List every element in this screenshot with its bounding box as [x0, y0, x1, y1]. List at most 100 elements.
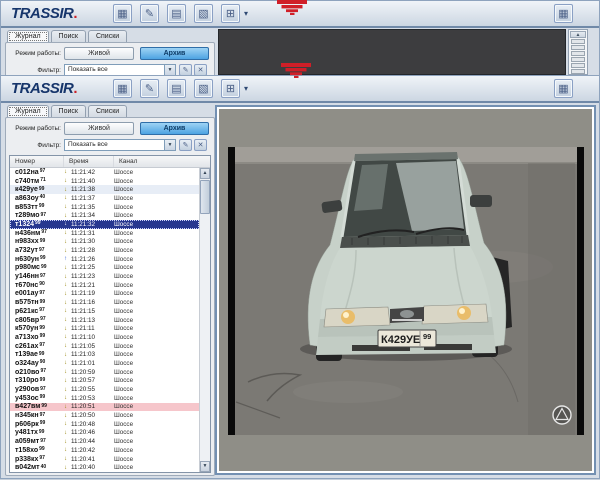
monitor-icon[interactable]: ▦	[113, 4, 132, 23]
tab-3[interactable]: Списки	[88, 105, 127, 117]
plate-number: р980мс	[15, 264, 40, 271]
table-row[interactable]: с012на97↓11:21:42Шоссе	[10, 168, 199, 177]
plate-number: т310ро	[15, 377, 39, 384]
table-row[interactable]: у146нн97↓11:21:23Шоссе	[10, 272, 199, 281]
scroll-up-icon[interactable]: ▲	[200, 168, 210, 179]
table-row[interactable]: а713хо99↓11:21:10Шоссе	[10, 333, 199, 342]
layout-thumbnail[interactable]	[571, 69, 585, 74]
table-row[interactable]: н345кн97↓11:20:50Шоссе	[10, 411, 199, 420]
table-row[interactable]: с261ах97↓11:21:05Шоссе	[10, 342, 199, 351]
chevron-down-icon[interactable]: ▾	[244, 84, 248, 93]
table-row[interactable]: т158хо99↓11:20:42Шоссе	[10, 446, 199, 455]
event-time: 11:20:57	[71, 377, 95, 384]
plate-region: 99	[40, 420, 46, 426]
archive-mode-button[interactable]: Архив	[140, 47, 209, 60]
layout-thumbnail[interactable]	[571, 57, 585, 62]
event-time: 11:21:13	[71, 317, 95, 324]
edit-icon[interactable]: ✎	[140, 79, 159, 98]
table-row[interactable]: н630ун99↑11:21:26Шоссе	[10, 255, 199, 264]
snapshot-icon[interactable]: ▧	[194, 79, 213, 98]
plate-region: 99	[40, 394, 46, 400]
table-row[interactable]: т132499↓11:21:32Шоссе	[10, 220, 199, 229]
table-row[interactable]: у453ос99↓11:20:53Шоссе	[10, 394, 199, 403]
table-row[interactable]: с740тм71↓11:21:40Шоссе	[10, 177, 199, 186]
journal-icon[interactable]: ▤	[167, 4, 186, 23]
layout-thumbnail[interactable]	[571, 45, 585, 50]
red-arrow-marker	[281, 63, 311, 78]
filter-combobox[interactable]: Показать все ▼	[64, 139, 176, 151]
event-time: 11:21:23	[71, 273, 95, 280]
table-row[interactable]: в575тн99↓11:21:16Шоссе	[10, 298, 199, 307]
direction-icon: ↓	[64, 212, 71, 220]
plate-region: 99	[39, 351, 45, 357]
table-row[interactable]: р338кх97↓11:20:41Шоссе	[10, 455, 199, 464]
channel-name: Шоссе	[114, 186, 199, 193]
chevron-down-icon[interactable]: ▼	[164, 140, 175, 150]
table-row[interactable]: к570ун99↓11:21:11Шоссе	[10, 324, 199, 333]
direction-icon: ↓	[64, 325, 71, 333]
table-row[interactable]: р621кс97↓11:21:15Шоссе	[10, 307, 199, 316]
scrollbar-thumb[interactable]	[200, 180, 210, 214]
table-row[interactable]: т139ае99↓11:21:03Шоссе	[10, 350, 199, 359]
table-row[interactable]: в853тт99↓11:21:35Шоссе	[10, 203, 199, 212]
video-cell[interactable]: К429УЕ 99	[215, 105, 596, 475]
plate-number: у453ос	[15, 395, 39, 402]
event-time: 11:21:15	[71, 308, 95, 315]
plate-number: с805вр	[15, 317, 39, 324]
live-mode-button[interactable]: Живой	[64, 122, 134, 135]
settings-icon[interactable]: ⊞	[221, 79, 240, 98]
channel-name: Шоссе	[114, 178, 199, 185]
table-row[interactable]: в427вм99↓11:20:51Шоссе	[10, 403, 199, 412]
column-header[interactable]: Время	[64, 156, 114, 167]
tab-3[interactable]: Списки	[88, 30, 127, 42]
journal-icon[interactable]: ▤	[167, 79, 186, 98]
table-row[interactable]: н983хх99↓11:21:30Шоссе	[10, 238, 199, 247]
layout-grid-icon[interactable]: ▦	[554, 79, 573, 98]
table-row[interactable]: к429уе99↓11:21:38Шоссе	[10, 185, 199, 194]
filter-clear-button[interactable]: ✕	[194, 139, 207, 151]
table-row[interactable]: с805вр97↓11:21:13Шоссе	[10, 316, 199, 325]
column-header[interactable]: Номер	[10, 156, 64, 167]
layout-thumbnail[interactable]	[571, 51, 585, 56]
column-header[interactable]: Канал	[114, 156, 210, 167]
tab-2[interactable]: Поиск	[51, 105, 86, 117]
layout-grid-icon[interactable]: ▦	[554, 4, 573, 23]
table-row[interactable]: т670нс90↓11:21:21Шоссе	[10, 281, 199, 290]
vertical-scrollbar[interactable]: ▲ ▼	[199, 168, 210, 472]
direction-icon: ↓	[64, 220, 71, 228]
event-time: 11:21:28	[71, 247, 95, 254]
tab-2[interactable]: Поиск	[51, 30, 86, 42]
table-row[interactable]: е001ау97↓11:21:19Шоссе	[10, 290, 199, 299]
chevron-down-icon[interactable]: ▾	[244, 9, 248, 18]
snapshot-icon[interactable]: ▧	[194, 4, 213, 23]
table-row[interactable]: о210во97↓11:20:59Шоссе	[10, 368, 199, 377]
table-row[interactable]: т289мо97↓11:21:34Шоссе	[10, 211, 199, 220]
table-row[interactable]: р606рк99↓11:20:48Шоссе	[10, 420, 199, 429]
layout-thumbnail-strip[interactable]: ▲	[568, 29, 588, 75]
chevron-down-icon[interactable]: ▼	[164, 65, 175, 75]
direction-icon: ↓	[64, 377, 71, 385]
video-area-dark[interactable]	[218, 29, 566, 75]
table-row[interactable]: р980мс99↓11:21:25Шоссе	[10, 264, 199, 273]
table-row[interactable]: а863оу40↓11:21:37Шоссе	[10, 194, 199, 203]
layout-thumbnail[interactable]	[571, 39, 585, 44]
table-row[interactable]: у481тх99↓11:20:46Шоссе	[10, 429, 199, 438]
table-row[interactable]: а059мт97↓11:20:44Шоссе	[10, 437, 199, 446]
table-row[interactable]: а732ут97↓11:21:28Шоссе	[10, 246, 199, 255]
event-time: 11:21:05	[71, 343, 95, 350]
live-mode-button[interactable]: Живой	[64, 47, 134, 60]
table-row[interactable]: т310ро99↓11:20:57Шоссе	[10, 377, 199, 386]
archive-mode-button[interactable]: Архив	[140, 122, 209, 135]
table-row[interactable]: о324ау90↓11:21:01Шоссе	[10, 359, 199, 368]
table-row[interactable]: н436нм97↓11:21:31Шоссе	[10, 229, 199, 238]
monitor-icon[interactable]: ▦	[113, 79, 132, 98]
scroll-down-icon[interactable]: ▼	[200, 461, 210, 472]
edit-icon[interactable]: ✎	[140, 4, 159, 23]
trassir-logo: TRASSIR.	[11, 5, 77, 22]
filter-edit-button[interactable]: ✎	[179, 139, 192, 151]
table-row[interactable]: в042мт40↓11:20:40Шоссе	[10, 463, 199, 472]
settings-icon[interactable]: ⊞	[221, 4, 240, 23]
table-row[interactable]: у290ов97↓11:20:55Шоссе	[10, 385, 199, 394]
scroll-up-icon[interactable]: ▲	[570, 31, 586, 38]
layout-thumbnail[interactable]	[571, 63, 585, 68]
